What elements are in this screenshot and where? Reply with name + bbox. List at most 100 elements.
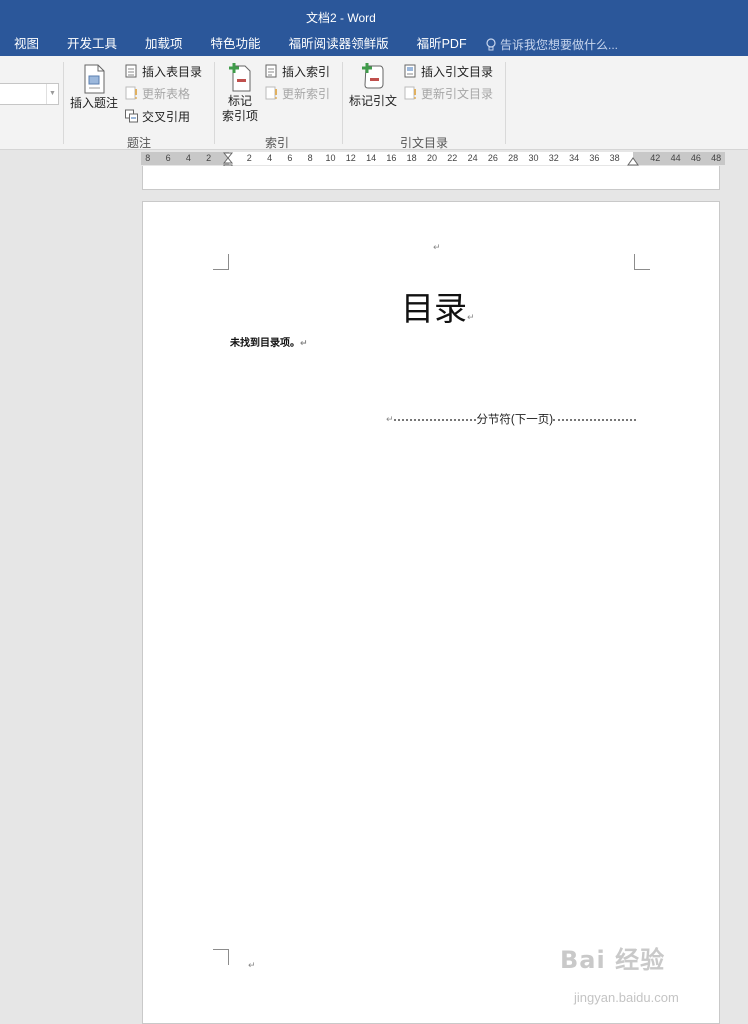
insert-table-of-figures-button[interactable]: 插入表目录	[125, 62, 202, 80]
watermark-url: jingyan.baidu.com	[574, 990, 679, 1005]
ruler-tick-label: 34	[569, 153, 580, 163]
insert-index-icon	[265, 64, 278, 78]
ribbon-tabs: 视图 开发工具 加载项 特色功能 福昕阅读器领鲜版 福昕PDF	[0, 34, 481, 56]
group-separator	[505, 62, 506, 144]
ruler-tick-label: 46	[690, 153, 701, 163]
ruler-tick-label: 22	[447, 153, 458, 163]
mark-citation-icon	[360, 62, 386, 92]
group-label-index: 索引	[265, 136, 290, 150]
mark-entry-icon	[227, 62, 253, 92]
ruler-tick-label: 8	[307, 153, 313, 163]
ruler-tick-label: 26	[487, 153, 498, 163]
table-of-figures-icon	[125, 64, 138, 78]
tab-special-features[interactable]: 特色功能	[197, 34, 275, 56]
lightbulb-icon	[486, 37, 496, 52]
title-bar: 文档2 - Word 视图 开发工具 加载项 特色功能 福昕阅读器领鲜版 福昕P…	[0, 0, 748, 56]
mark-citation-label: 标记引文	[348, 94, 397, 108]
group-separator	[214, 62, 215, 144]
ruler-tick-label: 2	[206, 153, 212, 163]
ruler-tick-label: 36	[589, 153, 600, 163]
section-break[interactable]: ↵ 分节符(下一页)	[386, 412, 636, 426]
ruler-tick-label: 6	[287, 153, 293, 163]
paragraph-mark: ↵	[300, 338, 308, 348]
section-break-line	[553, 419, 636, 421]
section-break-line	[393, 419, 477, 421]
horizontal-ruler[interactable]: 8 6 4 2 2 4 6 8 10 12 14 16 18 20 22 24 26 28 30 32 34 36 38 42…	[141, 152, 725, 171]
right-indent-marker-icon[interactable]	[627, 156, 639, 166]
ruler-tick-label: 44	[670, 153, 681, 163]
ruler-tick-label: 6	[165, 153, 171, 163]
insert-table-of-figures-label: 插入表目录	[142, 64, 203, 79]
update-table-label: 更新表格	[142, 86, 191, 101]
margin-corner-mark	[213, 949, 229, 965]
ruler-tick-label: 28	[508, 153, 519, 163]
tell-me-placeholder: 告诉我您想要做什么...	[500, 38, 619, 52]
ruler-tick-label: 4	[267, 153, 273, 163]
ruler-tick-label: 38	[609, 153, 620, 163]
ruler-tick-label: 32	[548, 153, 559, 163]
cross-reference-icon	[125, 109, 138, 123]
toc-empty-message[interactable]: 未找到目录项。↵	[230, 334, 308, 349]
update-index-label: 更新索引	[282, 86, 331, 101]
tab-foxit-pdf[interactable]: 福昕PDF	[403, 34, 481, 56]
ruler-tick-label: 16	[386, 153, 397, 163]
tab-foxit-reader[interactable]: 福昕阅读器领鲜版	[275, 34, 403, 56]
update-index-button[interactable]: 更新索引	[265, 84, 330, 102]
insert-table-of-authorities-button[interactable]: 插入引文目录	[404, 62, 493, 80]
tab-view[interactable]: 视图	[0, 34, 53, 56]
tab-developer[interactable]: 开发工具	[53, 34, 131, 56]
paragraph-mark: ↵	[248, 960, 256, 970]
insert-table-of-authorities-label: 插入引文目录	[421, 64, 494, 79]
group-separator	[342, 62, 343, 144]
update-table-of-authorities-label: 更新引文目录	[421, 86, 494, 101]
mark-entry-label-2: 索引项	[221, 109, 258, 123]
document-page[interactable]: ↵ 目录↵ 未找到目录项。↵ ↵ 分节符(下一页) ↵	[142, 201, 720, 1024]
paragraph-mark: ↵	[386, 413, 394, 424]
ruler-tick-label: 30	[528, 153, 539, 163]
mark-entry-button[interactable]: 标记 索引项	[219, 62, 261, 124]
insert-index-button[interactable]: 插入索引	[265, 62, 330, 80]
insert-caption-label: 插入题注	[69, 96, 118, 110]
tab-addins[interactable]: 加载项	[131, 34, 197, 56]
toc-heading-text: 目录	[401, 289, 467, 328]
style-dropdown[interactable]: ▼	[0, 83, 59, 105]
previous-page-bottom	[142, 166, 720, 190]
group-label-captions: 题注	[127, 136, 152, 150]
insert-caption-icon	[81, 64, 107, 94]
ruler-tick-label: 18	[406, 153, 417, 163]
ruler-tick-label: 2	[246, 153, 252, 163]
chevron-down-icon: ▼	[46, 84, 58, 104]
toc-empty-message-text: 未找到目录项。	[230, 338, 300, 349]
group-separator	[63, 62, 64, 144]
ruler-tick-label: 4	[185, 153, 191, 163]
insert-caption-button[interactable]: 插入题注	[68, 64, 120, 111]
ruler-tick-label: 24	[467, 153, 478, 163]
mark-entry-label-1: 标记	[227, 94, 252, 108]
margin-corner-mark	[213, 254, 229, 270]
group-label-table-of-authorities: 引文目录	[400, 136, 449, 150]
update-index-icon	[265, 86, 278, 100]
ruler-tick-label: 14	[366, 153, 377, 163]
update-table-of-authorities-button[interactable]: 更新引文目录	[404, 84, 493, 102]
update-table-icon	[125, 86, 138, 100]
tell-me-box[interactable]: 告诉我您想要做什么...	[486, 36, 618, 53]
ruler-tick-label: 10	[325, 153, 336, 163]
cross-reference-button[interactable]: 交叉引用	[125, 107, 190, 125]
table-of-authorities-icon	[404, 64, 417, 78]
ribbon-references: ▼ 插入题注 插入表目录 更新表格 交叉引用 题注 标记 索引项 插入索引 更新…	[0, 56, 748, 150]
mark-citation-button[interactable]: 标记引文	[347, 62, 399, 109]
margin-corner-mark	[634, 254, 650, 270]
toc-heading[interactable]: 目录↵	[401, 282, 475, 330]
window-title: 文档2 - Word	[306, 11, 376, 25]
paragraph-mark: ↵	[467, 313, 475, 323]
ruler-tick-label: 20	[426, 153, 438, 163]
section-break-label: 分节符(下一页)	[476, 414, 554, 426]
insert-index-label: 插入索引	[282, 64, 331, 79]
ruler-tick-label: 42	[650, 153, 661, 163]
ruler-tick-label: 48	[711, 153, 722, 163]
update-toa-icon	[404, 86, 417, 100]
update-table-button[interactable]: 更新表格	[125, 84, 190, 102]
ruler-tick-label: 8	[145, 153, 151, 163]
ruler-tick-label: 12	[345, 153, 356, 163]
cross-reference-label: 交叉引用	[142, 109, 191, 124]
